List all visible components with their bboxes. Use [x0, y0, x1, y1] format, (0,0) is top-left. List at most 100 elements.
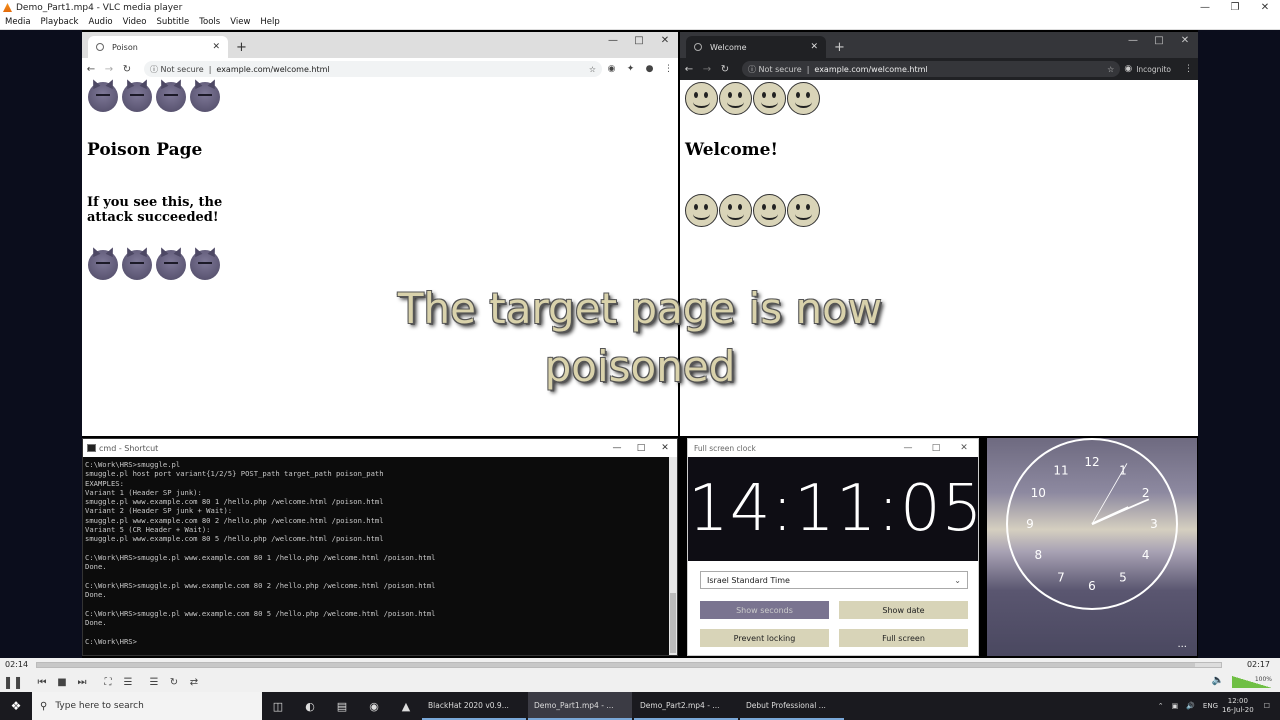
full-screen-button[interactable]: Full screen	[839, 629, 968, 647]
close-button[interactable]: ✕	[652, 32, 678, 50]
tray-chevron-icon[interactable]: ⌃	[1154, 702, 1168, 710]
speaker-icon[interactable]: 🔈	[1208, 675, 1228, 686]
next-icon[interactable]: ⏭	[72, 677, 92, 688]
omnibox[interactable]: ⓘ Not secure | example.com/welcome.html …	[144, 61, 602, 77]
volume-slider[interactable]: 100%	[1232, 676, 1272, 688]
new-tab-button[interactable]: +	[834, 40, 845, 58]
url-text[interactable]: example.com/welcome.html	[814, 65, 927, 74]
volume-tray-icon[interactable]: 🔊	[1182, 702, 1199, 710]
menu-kebab-icon[interactable]: ⋮	[659, 64, 678, 74]
loop-icon[interactable]: ↻	[164, 677, 184, 688]
close-tab-icon[interactable]: ✕	[810, 42, 818, 52]
console-output[interactable]: C:\Work\HRS>smuggle.pl smuggle.pl host p…	[83, 457, 677, 649]
network-icon[interactable]: ▣	[1168, 702, 1183, 710]
taskbar-app-demo-part1[interactable]: Demo_Part1.mp4 - ...	[528, 692, 632, 720]
more-options-icon[interactable]: ...	[1177, 639, 1187, 650]
timezone-select[interactable]: Israel Standard Time ⌄	[700, 571, 968, 589]
minimize-button[interactable]: —	[894, 439, 922, 457]
omnibox[interactable]: ⓘ Not secure | example.com/welcome.html …	[742, 61, 1121, 77]
playlist-icon[interactable]: ☰	[144, 677, 164, 688]
show-date-button[interactable]: Show date	[839, 601, 968, 619]
incognito-icon: ◉	[1124, 64, 1133, 74]
menu-view[interactable]: View	[225, 17, 255, 27]
file-explorer-icon[interactable]: ▤	[326, 700, 358, 713]
minimize-button[interactable]: —	[1120, 32, 1146, 50]
close-button[interactable]: ✕	[1172, 32, 1198, 50]
pause-icon[interactable]: ❚❚	[0, 675, 26, 689]
edge-icon[interactable]: ◐	[294, 700, 326, 713]
tab-welcome[interactable]: Welcome ✕	[686, 36, 826, 58]
clock-number: 2	[1142, 486, 1150, 500]
menu-subtitle[interactable]: Subtitle	[151, 17, 194, 27]
video-frame[interactable]: Poison ✕ + — □ ✕ ← → ↻ ⓘ Not secure | ex…	[0, 30, 1280, 658]
shuffle-icon[interactable]: ⇄	[184, 677, 204, 688]
windows-start-icon[interactable]: ❖	[0, 699, 32, 713]
menu-audio[interactable]: Audio	[83, 17, 117, 27]
minimize-button[interactable]: —	[605, 439, 629, 457]
seek-slider[interactable]	[36, 662, 1222, 668]
star-icon[interactable]: ☆	[1107, 65, 1114, 74]
new-tab-button[interactable]: +	[236, 40, 247, 58]
previous-icon[interactable]: ⏮	[32, 677, 52, 688]
minimize-button[interactable]: —	[1190, 0, 1220, 15]
devil-emoji-icon	[190, 82, 220, 112]
menu-kebab-icon[interactable]: ⋮	[1179, 64, 1198, 74]
profile-icon[interactable]: ●	[640, 64, 659, 74]
close-button[interactable]: ✕	[1250, 0, 1280, 15]
forward-icon[interactable]: →	[100, 64, 118, 75]
extended-settings-icon[interactable]: ☰	[118, 677, 138, 688]
menu-playback[interactable]: Playback	[36, 17, 84, 27]
page-heading: Welcome!	[685, 140, 778, 160]
console-scrollbar[interactable]	[669, 457, 677, 655]
menu-media[interactable]: Media	[0, 17, 36, 27]
taskbar-app-blackhat[interactable]: BlackHat 2020 v0.9...	[422, 692, 526, 720]
notification-icon[interactable]: ☐	[1254, 702, 1280, 710]
tray-clock[interactable]: 12:00 16-Jul-20	[1222, 697, 1254, 715]
app-label: Demo_Part1.mp4 - ...	[534, 700, 614, 710]
language-indicator[interactable]: ENG	[1199, 702, 1222, 710]
maximize-button[interactable]: ❐	[1220, 0, 1250, 15]
reload-icon[interactable]: ↻	[716, 64, 734, 75]
forward-icon[interactable]: →	[698, 64, 716, 75]
menu-help[interactable]: Help	[255, 17, 284, 27]
smiley-emoji-icon	[753, 82, 786, 115]
devil-emoji-icon	[122, 250, 152, 280]
maximize-button[interactable]: □	[1146, 32, 1172, 50]
vlc-taskbar-icon[interactable]: ▲	[390, 700, 422, 713]
extension-icon[interactable]: ◉	[602, 64, 621, 74]
maximize-button[interactable]: □	[626, 32, 652, 50]
smiley-row-bottom	[685, 194, 820, 227]
chrome-icon[interactable]: ◉	[358, 700, 390, 713]
back-icon[interactable]: ←	[680, 64, 698, 75]
prevent-locking-button[interactable]: Prevent locking	[700, 629, 829, 647]
smiley-emoji-icon	[719, 194, 752, 227]
menu-tools[interactable]: Tools	[194, 17, 225, 27]
scroll-thumb[interactable]	[670, 593, 676, 653]
app-label: Demo_Part2.mp4 - ...	[640, 700, 720, 710]
minimize-button[interactable]: —	[600, 32, 626, 50]
menu-video[interactable]: Video	[118, 17, 152, 27]
close-button[interactable]: ✕	[950, 439, 978, 457]
clock-number: 11	[1053, 463, 1068, 477]
address-toolbar: ← → ↻ ⓘ Not secure | example.com/welcome…	[82, 58, 678, 80]
star-icon[interactable]: ☆	[589, 65, 596, 74]
tab-title: Poison	[112, 42, 138, 52]
maximize-button[interactable]: □	[629, 439, 653, 457]
close-tab-icon[interactable]: ✕	[212, 42, 220, 52]
puzzle-icon[interactable]: ✦	[621, 64, 640, 74]
close-button[interactable]: ✕	[653, 439, 677, 457]
fullscreen-icon[interactable]: ⛶	[98, 677, 118, 688]
taskbar-search[interactable]: ⚲ Type here to search	[32, 692, 262, 720]
task-view-icon[interactable]: ◫	[262, 700, 294, 713]
tab-poison[interactable]: Poison ✕	[88, 36, 228, 58]
show-seconds-button[interactable]: Show seconds	[700, 601, 829, 619]
taskbar-app-demo-part2[interactable]: Demo_Part2.mp4 - ...	[634, 692, 738, 720]
vlc-title-bar: Demo_Part1.mp4 - VLC media player — ❐ ✕	[0, 0, 1280, 15]
stop-icon[interactable]: ■	[52, 677, 72, 688]
taskbar-app-debut[interactable]: Debut Professional ...	[740, 692, 844, 720]
url-text[interactable]: example.com/welcome.html	[216, 65, 329, 74]
maximize-button[interactable]: □	[922, 439, 950, 457]
clock-number: 7	[1057, 571, 1065, 585]
reload-icon[interactable]: ↻	[118, 64, 136, 75]
back-icon[interactable]: ←	[82, 64, 100, 75]
